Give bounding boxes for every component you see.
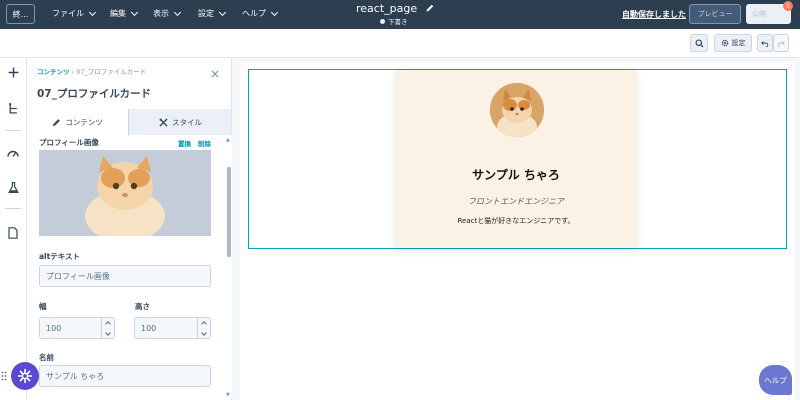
height-input-value: 100	[141, 323, 157, 333]
add-module-button[interactable]	[6, 65, 20, 79]
page-status: 下書き	[380, 16, 408, 26]
avatar	[490, 83, 544, 137]
profile-image-label: プロフィール画像	[39, 138, 99, 147]
profile-card[interactable]: サンプル ちゃろ フロントエンドエンジニア Reactと猫が好きなエンジニアです…	[396, 70, 636, 248]
replace-image-link[interactable]: 置換	[178, 138, 191, 148]
panel-tabs: コンテンツ スタイル	[27, 109, 231, 135]
breadcrumb-separator: ‹	[71, 68, 75, 76]
width-input-value: 100	[46, 323, 62, 333]
alt-text-label: altテキスト	[39, 252, 80, 261]
chevron-down-icon	[270, 8, 279, 16]
chevron-down-icon[interactable]	[105, 329, 111, 336]
undo-icon	[761, 41, 769, 47]
close-icon	[211, 70, 219, 78]
panel-title: 07_プロファイルカード	[37, 88, 152, 100]
left-tool-rail	[0, 58, 27, 400]
publish-button-label: 公開	[752, 10, 766, 18]
menu-view-label: 表示	[153, 9, 169, 18]
panel-scrollbar-thumb[interactable]	[227, 167, 231, 257]
speedometer-icon	[7, 150, 19, 157]
tree-icon	[8, 102, 17, 114]
menu-help-label: ヘルプ	[242, 9, 266, 18]
rail-divider	[5, 208, 21, 209]
width-stepper[interactable]	[101, 317, 114, 339]
module-edit-panel: コンテンツ ‹ 07_プロファイルカード 07_プロファイルカード コンテンツ …	[27, 58, 232, 400]
assistant-launcher-button[interactable]	[11, 362, 39, 390]
layout-tree-button[interactable]	[6, 101, 20, 115]
menu-view[interactable]: 表示	[153, 8, 182, 19]
plus-icon	[8, 67, 18, 77]
rail-divider	[5, 130, 21, 131]
flask-icon	[7, 181, 19, 193]
scroll-up-arrow-icon[interactable]: ▲	[226, 137, 230, 143]
menu-edit[interactable]: 編集	[110, 8, 139, 19]
chevron-down-icon	[130, 8, 139, 16]
name-label: 名前	[39, 353, 54, 362]
scroll-down-arrow-icon[interactable]: ▼	[226, 392, 230, 398]
menu-settings[interactable]: 設定	[198, 8, 227, 19]
page-title[interactable]: react_page	[356, 2, 417, 15]
chevron-up-icon[interactable]	[201, 320, 207, 327]
tab-content[interactable]: コンテンツ	[27, 109, 129, 135]
remove-image-link[interactable]: 削除	[198, 138, 211, 148]
name-input[interactable]: サンプル ちゃろ	[39, 365, 211, 387]
menu-edit-label: 編集	[110, 9, 126, 18]
close-panel-button[interactable]	[211, 70, 219, 81]
cat-photo-image	[39, 150, 211, 236]
redo-button[interactable]	[773, 34, 789, 52]
undo-button[interactable]	[757, 34, 773, 52]
breadcrumb-root-link[interactable]: コンテンツ	[37, 68, 70, 76]
card-name: サンプル ちゃろ	[472, 168, 560, 182]
chevron-down-icon	[218, 8, 227, 16]
settings-button-label: 設定	[731, 39, 746, 47]
editor-toolbar: 設定	[0, 29, 800, 58]
height-stepper[interactable]	[197, 317, 210, 339]
menu-help[interactable]: ヘルプ	[242, 8, 279, 19]
menu-settings-label: 設定	[198, 9, 214, 18]
edit-title-pencil-icon[interactable]	[425, 3, 435, 13]
menu-file-label: ファイル	[52, 9, 84, 18]
preview-button[interactable]: プレビュー	[689, 4, 741, 24]
gear-icon	[721, 39, 728, 47]
help-button[interactable]: ヘルプ	[759, 365, 792, 395]
card-description: Reactと猫が好きなエンジニアです。	[457, 217, 575, 225]
chevron-down-icon	[173, 8, 182, 16]
width-label: 幅	[39, 302, 47, 311]
height-label: 高さ	[135, 302, 150, 311]
brush-icon	[159, 117, 168, 127]
menu-file[interactable]: ファイル	[52, 8, 97, 19]
pencil-icon	[53, 118, 61, 126]
tab-style[interactable]: スタイル	[129, 109, 231, 135]
document-icon	[8, 227, 18, 239]
exit-button[interactable]: 終...	[6, 4, 35, 24]
chevron-down-icon	[88, 8, 97, 16]
test-button[interactable]	[6, 180, 20, 194]
autosave-status-link[interactable]: 自動保存しました	[622, 9, 686, 20]
drag-handle-icon[interactable]	[1, 371, 7, 381]
chevron-up-icon[interactable]	[105, 320, 111, 327]
card-role: フロントエンドエンジニア	[468, 197, 564, 206]
tab-style-label: スタイル	[172, 117, 202, 127]
settings-button[interactable]: 設定	[714, 34, 752, 52]
search-icon	[694, 38, 704, 48]
cat-avatar-image	[490, 83, 544, 137]
alt-text-input[interactable]: プロフィール画像	[39, 265, 211, 287]
breadcrumb: コンテンツ ‹ 07_プロファイルカード	[37, 66, 146, 76]
tab-content-label: コンテンツ	[65, 117, 103, 127]
redo-icon	[777, 41, 785, 47]
top-navigation-bar: 終... ファイル 編集 表示 設定 ヘルプ react_page 下書き 自動…	[0, 0, 800, 29]
chevron-down-icon[interactable]	[201, 329, 207, 336]
status-dot-icon	[380, 18, 385, 24]
profile-image-preview[interactable]	[39, 150, 211, 236]
notification-badge: 5	[783, 1, 793, 11]
breadcrumb-current: 07_プロファイルカード	[76, 68, 147, 76]
sparkle-icon	[18, 369, 32, 383]
page-status-label: 下書き	[388, 18, 408, 26]
optimize-button[interactable]	[6, 146, 20, 160]
page-content-button[interactable]	[6, 226, 20, 240]
search-button[interactable]	[690, 34, 708, 52]
